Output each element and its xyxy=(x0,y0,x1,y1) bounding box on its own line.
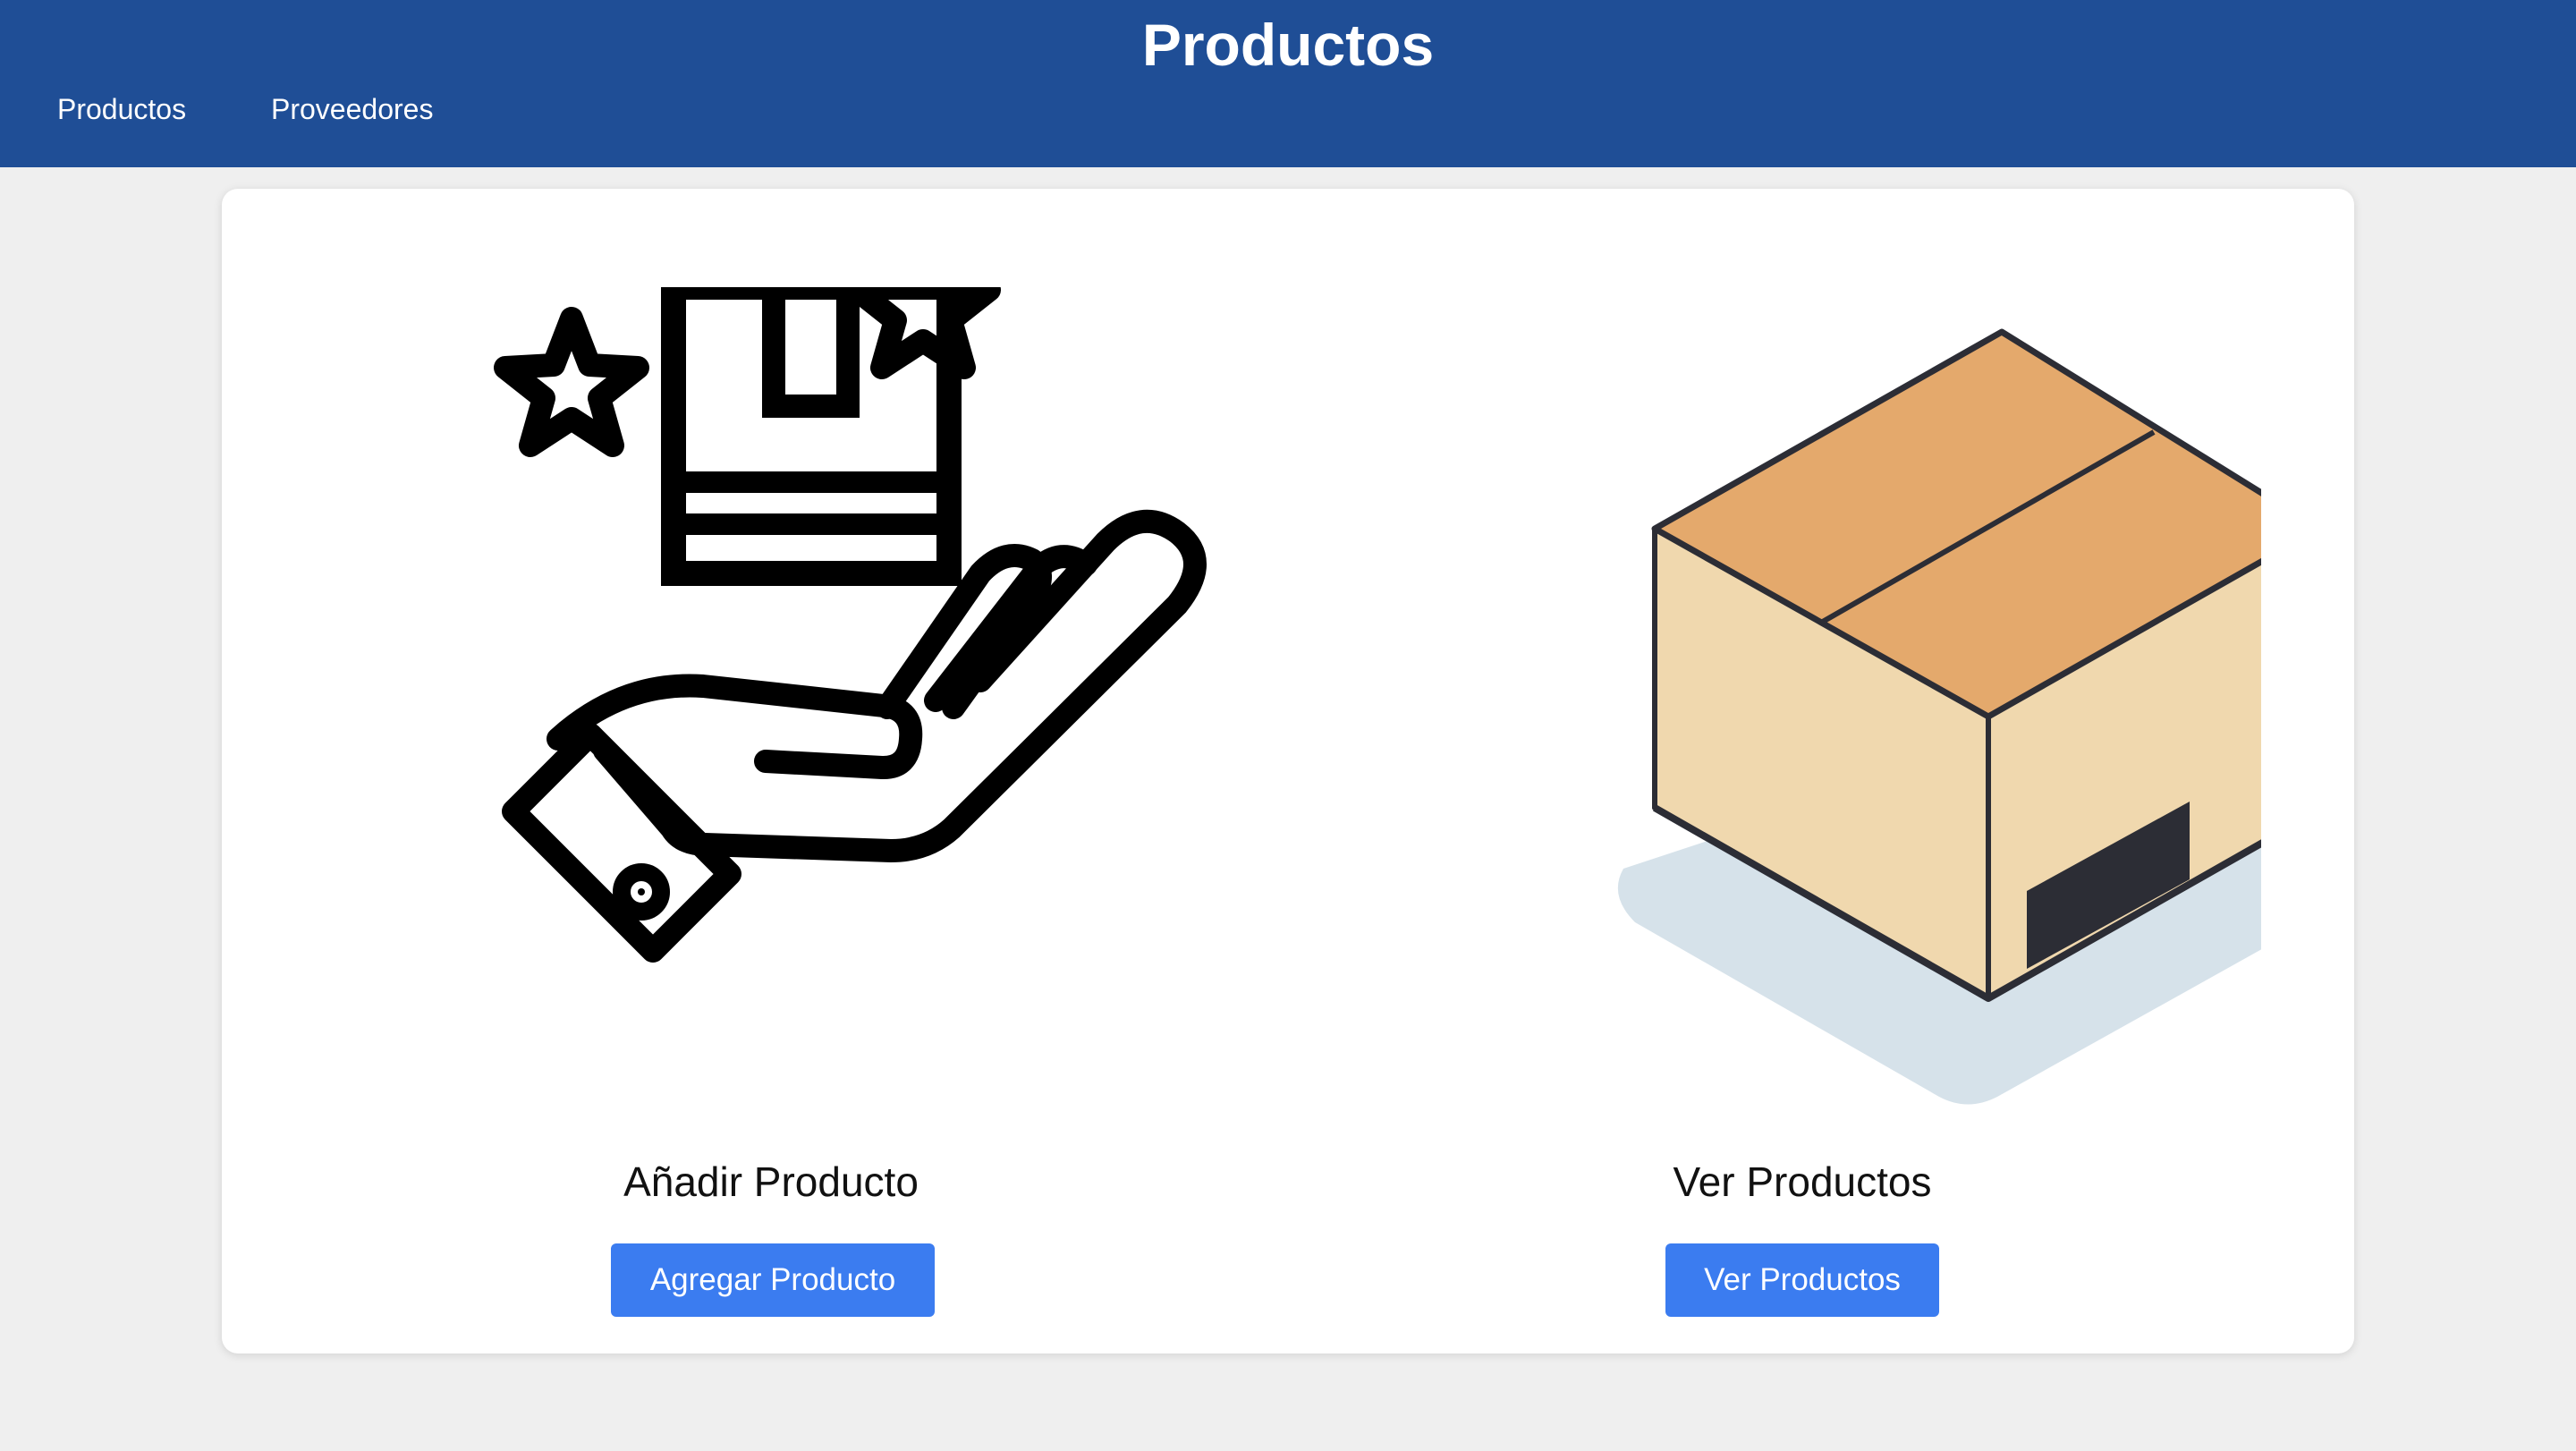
add-product-title: Añadir Producto xyxy=(623,1158,919,1205)
hand-with-box-icon xyxy=(494,287,1207,963)
box-icon xyxy=(661,287,962,586)
view-products-button[interactable]: Ver Productos xyxy=(1665,1243,1939,1317)
add-product-button[interactable]: Agregar Producto xyxy=(611,1243,935,1317)
nav-link-proveedores[interactable]: Proveedores xyxy=(271,86,433,132)
top-header: Productos Productos Proveedores xyxy=(0,0,2576,167)
nav-link-productos[interactable]: Productos xyxy=(57,86,186,132)
page-title: Productos xyxy=(1141,12,1435,78)
view-products-title: Ver Productos xyxy=(1673,1158,1932,1205)
products-card: Añadir Producto Agregar Producto Ver Pro… xyxy=(222,189,2354,1353)
star-icon xyxy=(494,307,649,457)
cardboard-box-icon xyxy=(1617,328,2261,1105)
